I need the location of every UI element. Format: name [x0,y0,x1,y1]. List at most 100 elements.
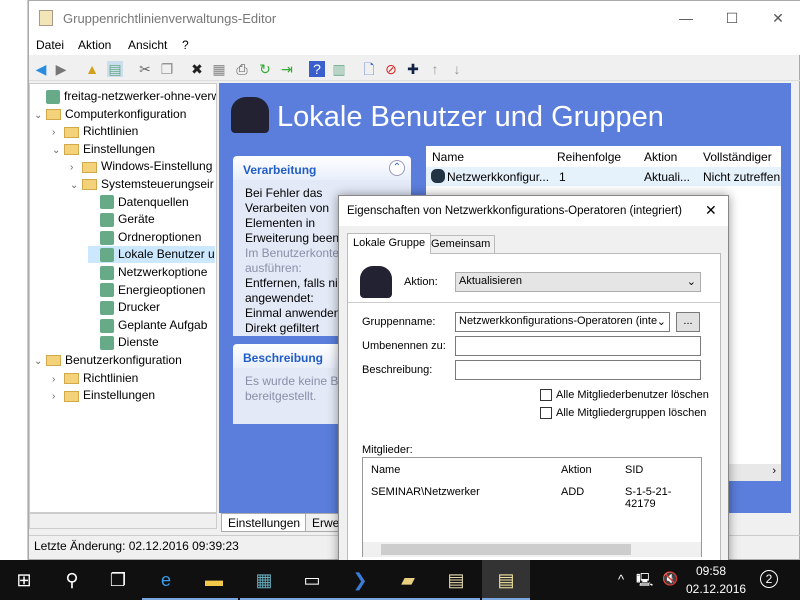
tree-item[interactable]: Datenquellen [88,194,189,211]
tree-item[interactable]: › Richtlinien [52,123,138,140]
up-folder-icon[interactable]: ▲ [84,61,100,77]
folder-icon [82,179,97,191]
cell-action: Aktuali... [644,170,691,184]
collapse-icon[interactable]: ⌃ [389,160,405,176]
refresh-icon[interactable]: ↻ [257,61,273,77]
cut-icon[interactable]: ✂ [137,61,153,77]
server-manager-icon[interactable]: ▦ [240,560,288,600]
cell-full: Nicht zutreffen [703,170,781,184]
help-icon[interactable]: ? [309,61,325,77]
tree-item[interactable]: ⌄ Computerkonfiguration [34,106,186,123]
properties-icon[interactable]: ▦ [211,61,227,77]
forward-icon[interactable]: ▶ [53,61,69,77]
col-name[interactable]: Name [432,150,464,164]
task-view-icon[interactable]: ❐ [94,560,142,600]
menu-datei[interactable]: Datei [36,38,64,52]
network-icon[interactable]: 🖳 [636,571,653,593]
item-icon [46,89,60,104]
tree-item[interactable]: Energieoptionen [88,282,205,299]
menu-help[interactable]: ? [182,38,189,52]
tree-item[interactable]: ⌄ Einstellungen [52,141,155,158]
description-input[interactable] [455,360,701,380]
menu-ansicht[interactable]: Ansicht [128,38,167,52]
expand-chevron-icon[interactable]: › [52,124,64,141]
expand-chevron-icon[interactable]: ⌄ [34,107,46,124]
tree-item[interactable]: › Richtlinien [52,370,138,387]
item-icon [100,336,114,351]
gpmc-icon[interactable]: ▰ [384,560,432,600]
tree-item[interactable]: › Windows-Einstellung [70,158,212,175]
search-icon[interactable]: ⚲ [48,560,96,600]
powershell-icon[interactable]: ❯ [336,560,384,600]
delete-all-users-checkbox[interactable]: Alle Mitgliederbenutzer löschen [540,389,709,402]
expand-chevron-icon[interactable]: › [52,388,64,405]
members-label: Mitglieder: [362,444,413,456]
print-icon[interactable]: ⎙ [234,61,250,77]
tree-item[interactable]: Netzwerkoptione [88,264,207,281]
tree-item[interactable]: Drucker [88,299,160,316]
tree-item-label: Einstellungen [83,388,156,403]
rename-input[interactable] [455,336,701,356]
expand-chevron-icon[interactable]: › [52,371,64,388]
menu-aktion[interactable]: Aktion [78,38,111,52]
delete-icon[interactable]: ✖ [189,61,205,77]
action-select[interactable]: Aktualisieren ⌄ [455,272,701,292]
gp-editor-active-icon[interactable]: ▤ [482,560,530,600]
clock-time[interactable]: 09:58 [696,564,726,578]
expand-chevron-icon[interactable]: › [70,159,82,176]
tree-item[interactable]: freitag-netzwerker-ohne-verwe [34,88,216,105]
browse-button[interactable]: ... [676,312,700,332]
member-row[interactable]: SEMINAR\Netzwerker ADD S-1-5-21-42179 [363,482,701,510]
close-button[interactable]: ✕ [755,7,800,29]
minimize-button[interactable]: — [663,7,709,29]
members-col-action[interactable]: Aktion [561,464,592,476]
new-doc-icon[interactable]: 🗋 [361,61,377,77]
maximize-button[interactable]: ☐ [709,7,755,29]
tree-item[interactable]: Ordneroptionen [88,229,201,246]
action-pane-icon[interactable]: ▥ [331,61,347,77]
clock-date[interactable]: 02.12.2016 [686,582,746,596]
tree-item[interactable]: Lokale Benutzer u [88,246,215,264]
show-tree-icon[interactable]: ▤ [107,61,123,77]
stop-icon[interactable]: ⊘ [383,61,399,77]
delete-all-groups-checkbox[interactable]: Alle Mitgliedergruppen löschen [540,407,706,420]
expand-chevron-icon[interactable]: ⌄ [52,142,64,159]
tree-horizontal-scrollbar[interactable] [29,513,217,529]
tree-item-label: Richtlinien [83,124,139,139]
col-order[interactable]: Reihenfolge [557,150,621,164]
tab-einstellungen[interactable]: Einstellungen [221,513,308,532]
cmd-icon[interactable]: ▭ [288,560,336,600]
back-icon[interactable]: ◀ [33,61,49,77]
explorer-icon[interactable]: ▬ [190,560,238,600]
notifications-badge[interactable]: 2 [760,570,778,588]
tree-item[interactable]: Dienste [88,334,159,351]
tab-gemeinsam[interactable]: Gemeinsam [426,235,496,254]
members-scrollbar[interactable] [363,542,701,557]
move-down-icon[interactable]: ↓ [449,61,465,77]
dialog-close-button[interactable]: ✕ [705,202,717,219]
expand-chevron-icon[interactable]: ⌄ [34,353,46,370]
tree-item-label: Windows-Einstellung [101,159,213,174]
tree-item[interactable]: ⌄ Systemsteuerungseir [70,176,214,193]
col-action[interactable]: Aktion [644,150,677,164]
list-row[interactable]: Netzwerkkonfigur... 1 Aktuali... Nicht z… [426,167,781,186]
tab-lokale-gruppe[interactable]: Lokale Gruppe [347,233,432,254]
volume-muted-icon[interactable]: 🔇 [662,571,678,587]
tree-item[interactable]: Geräte [88,211,155,228]
tree-item[interactable]: ⌄ Benutzerkonfiguration [34,352,182,369]
add-icon[interactable]: ✚ [405,61,421,77]
export-icon[interactable]: ⇥ [279,61,295,77]
tree-item[interactable]: Geplante Aufgab [88,317,207,334]
tray-chevron-icon[interactable]: ^ [618,572,624,587]
gp-editor-icon[interactable]: ▤ [432,560,480,600]
ie-icon[interactable]: e [142,560,190,600]
copy-icon[interactable]: ❐ [159,61,175,77]
start-button[interactable]: ⊞ [0,560,48,600]
group-name-select[interactable]: Netzwerkkonfigurations-Operatoren (inte ⌄ [455,312,670,332]
members-col-name[interactable]: Name [371,464,400,476]
members-col-sid[interactable]: SID [625,464,643,476]
folder-icon [82,161,97,173]
expand-chevron-icon[interactable]: ⌄ [70,177,82,194]
tree-item[interactable]: › Einstellungen [52,387,155,404]
move-up-icon[interactable]: ↑ [427,61,443,77]
